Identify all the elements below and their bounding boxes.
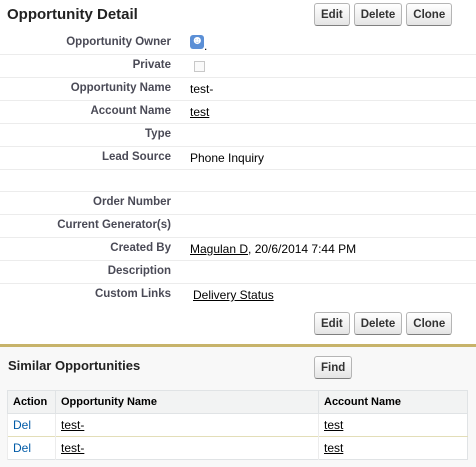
user-avatar-icon[interactable] [190,33,204,49]
unchecked-checkbox-icon [194,61,205,72]
table-header-row: Action Opportunity Name Account Name [7,390,468,414]
field-row-custom-links: Custom Links Delivery Status [0,284,476,307]
section-title: Similar Opportunities [8,358,141,373]
field-label: Description [107,265,171,277]
table-row: Del test- test [7,413,468,437]
opportunity-detail-section: Opportunity Detail Edit Delete Clone Opp… [0,0,476,340]
field-row-type: Type [0,124,476,147]
bottom-button-bar: Edit Delete Clone [314,312,453,335]
spacer-row [0,170,476,192]
table-row: Del test- test [7,436,468,460]
similar-opportunities-table: Action Opportunity Name Account Name Del… [7,390,468,460]
owner-name: . [204,39,208,53]
field-value: . [190,33,208,53]
field-label: Custom Links [94,288,171,300]
edit-button[interactable]: Edit [314,3,350,26]
field-value: Magulan D, 20/6/2014 7:44 PM [190,242,356,256]
opportunity-cell: test- [55,436,319,460]
edit-button[interactable]: Edit [314,312,350,335]
opportunity-link[interactable]: test- [61,441,84,455]
account-cell: test [318,436,468,460]
created-by-user-link[interactable]: Magulan D [190,242,248,256]
column-header-account-name: Account Name [318,390,468,414]
clone-button[interactable]: Clone [406,312,453,335]
field-value: Phone Inquiry [190,151,265,165]
field-label: Order Number [93,196,171,208]
page-title: Opportunity Detail [7,6,138,23]
account-link[interactable]: test [190,105,209,119]
field-value: test- [190,82,214,96]
field-row-order-number: Order Number [0,192,476,215]
account-cell: test [318,413,468,437]
field-label: Created By [110,242,171,254]
field-row-description: Description [0,261,476,284]
account-link[interactable]: test [324,441,343,455]
delete-button[interactable]: Delete [353,3,403,26]
delete-link[interactable]: Del [13,418,31,432]
field-value [190,59,205,75]
account-link[interactable]: test [324,418,343,432]
field-row-opportunity-name: Opportunity Name test- [0,78,476,101]
created-date: , 20/6/2014 7:44 PM [248,242,357,256]
field-row-created-by: Created By Magulan D, 20/6/2014 7:44 PM [0,238,476,261]
column-header-opportunity-name: Opportunity Name [55,390,319,414]
field-label: Account Name [90,105,171,117]
field-row-current-generators: Current Generator(s) [0,215,476,238]
similar-opportunities-section: Similar Opportunities Find Action Opport… [0,344,476,467]
field-row-owner: Opportunity Owner . [0,32,476,55]
field-label: Opportunity Owner [66,36,171,48]
field-label: Opportunity Name [70,82,171,94]
field-label: Type [145,128,171,140]
opportunity-cell: test- [55,413,319,437]
find-button[interactable]: Find [314,356,353,379]
action-cell: Del [7,413,56,437]
field-value: test [190,105,209,119]
delivery-status-link[interactable]: Delivery Status [193,288,274,302]
field-label: Lead Source [101,151,171,163]
field-row-lead-source: Lead Source Phone Inquiry [0,147,476,170]
clone-button[interactable]: Clone [406,3,453,26]
opportunity-link[interactable]: test- [61,418,84,432]
delete-link[interactable]: Del [13,441,31,455]
delete-button[interactable]: Delete [353,312,403,335]
field-label: Private [132,59,171,71]
field-value: Delivery Status [193,288,274,302]
detail-fields: Opportunity Owner . Private Opportunity … [0,32,476,307]
top-button-bar: Edit Delete Clone [314,3,453,26]
field-row-account-name: Account Name test [0,101,476,124]
field-row-private: Private [0,55,476,78]
column-header-action: Action [7,390,56,414]
action-cell: Del [7,436,56,460]
field-label: Current Generator(s) [57,219,171,231]
